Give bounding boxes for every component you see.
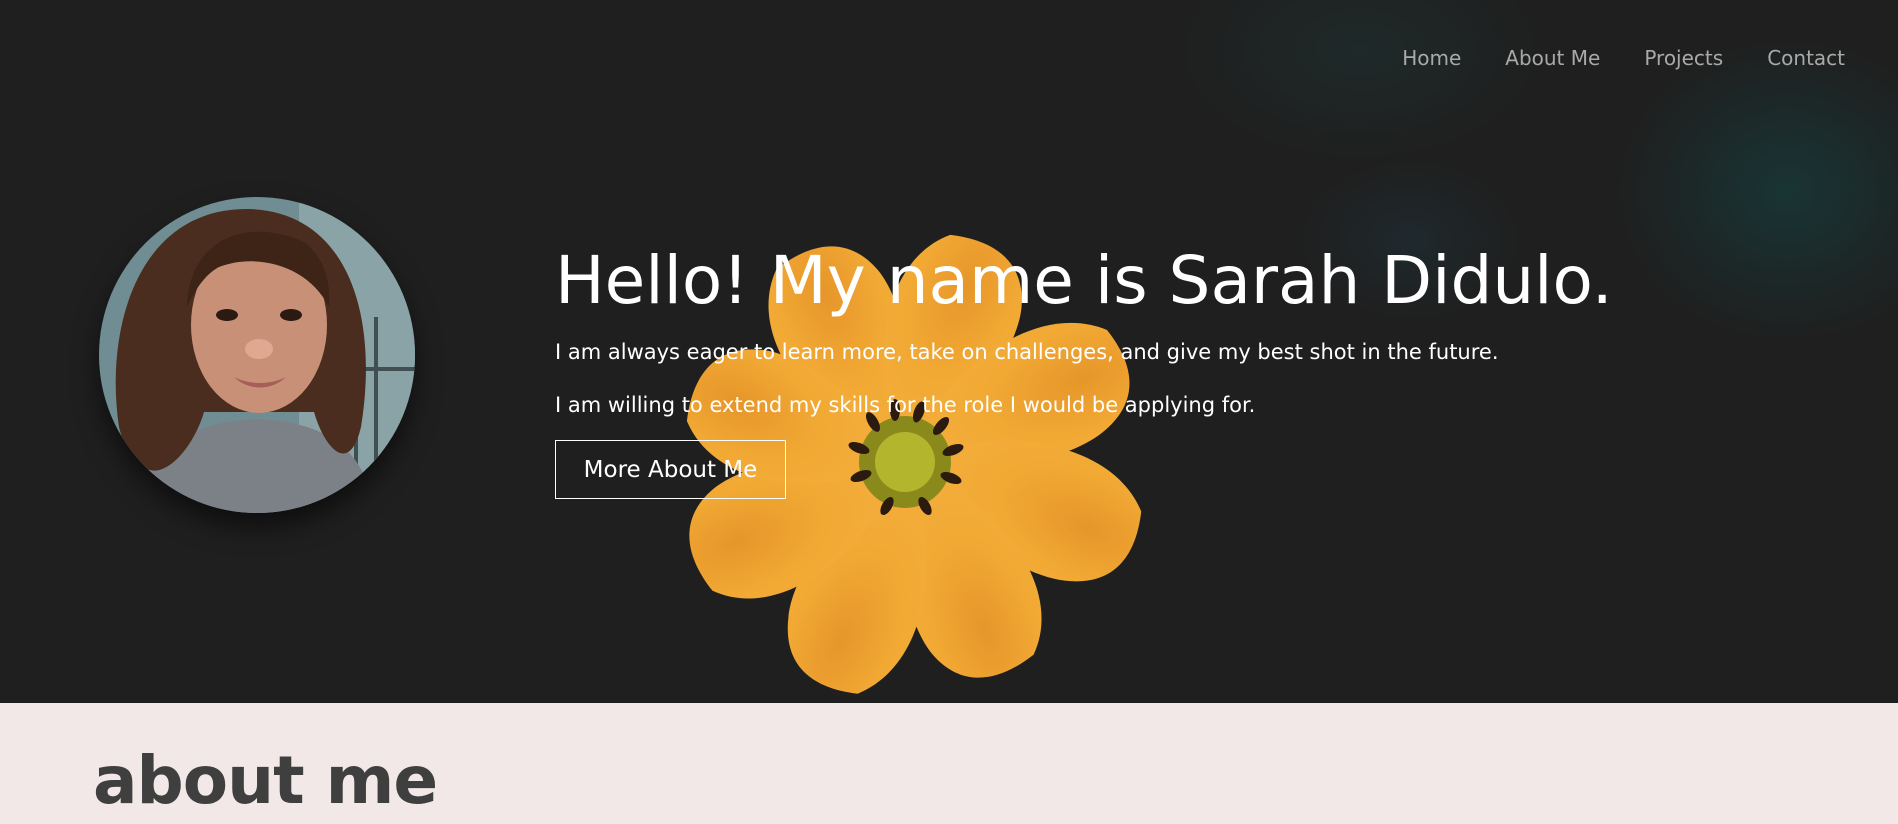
- about-section: about me: [0, 703, 1898, 824]
- hero-section: Home About Me Projects Contact Hello! My…: [0, 0, 1898, 703]
- hero-description-line-1: I am always eager to learn more, take on…: [555, 340, 1499, 364]
- main-nav: Home About Me Projects Contact: [1402, 46, 1845, 70]
- nav-home-link[interactable]: Home: [1402, 46, 1461, 70]
- about-section-title: about me: [93, 742, 438, 819]
- hero-description-line-2: I am willing to extend my skills for the…: [555, 393, 1256, 417]
- background-glow: [1180, 0, 1540, 160]
- profile-photo: [99, 197, 415, 513]
- nav-about-me-link[interactable]: About Me: [1505, 46, 1600, 70]
- nav-contact-link[interactable]: Contact: [1767, 46, 1845, 70]
- hero-title: Hello! My name is Sarah Didulo.: [555, 242, 1613, 319]
- nav-projects-link[interactable]: Projects: [1644, 46, 1723, 70]
- more-about-me-button[interactable]: More About Me: [555, 440, 786, 499]
- hero-intro: Hello! My name is Sarah Didulo. I am alw…: [555, 236, 1755, 432]
